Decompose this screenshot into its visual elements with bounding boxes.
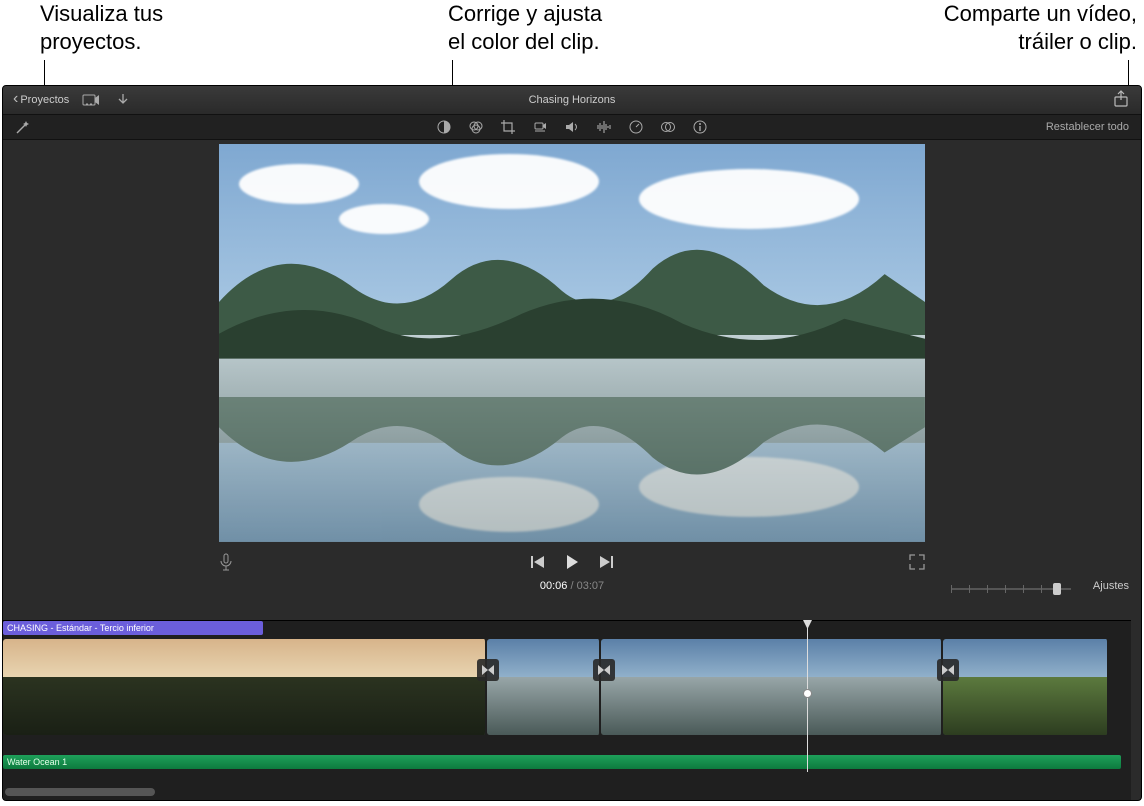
- zoom-track: [951, 588, 1071, 590]
- callout-text: tráiler o clip.: [944, 28, 1137, 56]
- speed-button[interactable]: [627, 118, 645, 136]
- callout-text: Visualiza tus: [40, 0, 163, 28]
- timeline[interactable]: CHASING - Estándar - Tercio inferior Wat…: [3, 620, 1131, 800]
- info-icon: [692, 119, 708, 135]
- share-button[interactable]: [1113, 90, 1129, 108]
- info-button[interactable]: [691, 118, 709, 136]
- fullscreen-icon: [909, 554, 925, 570]
- transition[interactable]: [937, 659, 959, 681]
- imovie-window: Proyectos Chasing Horizons: [2, 85, 1142, 801]
- next-icon: [598, 555, 614, 569]
- title-clip[interactable]: CHASING - Estándar - Tercio inferior: [3, 621, 263, 635]
- transition[interactable]: [477, 659, 499, 681]
- color-correction-icon: [468, 119, 484, 135]
- video-clip[interactable]: [601, 639, 943, 735]
- transition-icon: [597, 663, 611, 677]
- clip-filter-button[interactable]: [659, 118, 677, 136]
- current-time: 00:06: [540, 580, 568, 592]
- time-row: 00:06 / 03:07 Ajustes: [3, 580, 1141, 602]
- playback-controls: [219, 554, 925, 570]
- next-button[interactable]: [598, 555, 614, 569]
- viewer-area: 00:06 / 03:07 Ajustes: [3, 140, 1141, 678]
- video-clip[interactable]: [3, 639, 487, 735]
- zoom-knob[interactable]: [1053, 583, 1061, 595]
- transition-icon: [481, 663, 495, 677]
- timeline-settings-button[interactable]: Ajustes: [1093, 580, 1129, 592]
- crop-icon: [500, 119, 516, 135]
- play-icon: [564, 554, 580, 570]
- volume-icon: [564, 119, 580, 135]
- video-clip[interactable]: [943, 639, 1109, 735]
- callout-text: el color del clip.: [448, 28, 602, 56]
- reset-all-button[interactable]: Restablecer todo: [1046, 121, 1129, 133]
- record-voiceover-button[interactable]: [219, 553, 233, 571]
- timeline-zoom-slider[interactable]: [951, 582, 1071, 596]
- color-balance-button[interactable]: [435, 118, 453, 136]
- noise-reduction-icon: [596, 119, 612, 135]
- duration: 03:07: [577, 580, 605, 592]
- audio-clip[interactable]: Water Ocean 1: [3, 755, 1121, 769]
- inspector-toolbar: Restablecer todo: [3, 114, 1141, 140]
- stabilize-button[interactable]: [531, 118, 549, 136]
- clip-filter-icon: [660, 119, 676, 135]
- project-title: Chasing Horizons: [3, 94, 1141, 106]
- callout-text: proyectos.: [40, 28, 163, 56]
- callout-text: Corrige y ajusta: [448, 0, 602, 28]
- microphone-icon: [219, 553, 233, 571]
- callout-share: Comparte un vídeo, tráiler o clip.: [944, 0, 1137, 56]
- share-icon: [1113, 90, 1129, 108]
- video-clip[interactable]: [487, 639, 601, 735]
- preview-viewer[interactable]: [219, 144, 925, 542]
- noise-reduction-button[interactable]: [595, 118, 613, 136]
- play-button[interactable]: [564, 554, 580, 570]
- volume-button[interactable]: [563, 118, 581, 136]
- timeline-scrollbar[interactable]: [5, 788, 155, 796]
- previous-button[interactable]: [530, 555, 546, 569]
- previous-icon: [530, 555, 546, 569]
- callout-text: Comparte un vídeo,: [944, 0, 1137, 28]
- callout-color: Corrige y ajusta el color del clip.: [448, 0, 602, 56]
- callout-projects: Visualiza tus proyectos.: [40, 0, 163, 56]
- crop-button[interactable]: [499, 118, 517, 136]
- titlebar: Proyectos Chasing Horizons: [3, 86, 1141, 114]
- video-track: [3, 639, 1131, 735]
- time-separator: /: [567, 580, 576, 592]
- color-balance-icon: [436, 119, 452, 135]
- color-correction-button[interactable]: [467, 118, 485, 136]
- transition-icon: [941, 663, 955, 677]
- transition[interactable]: [593, 659, 615, 681]
- speed-icon: [628, 119, 644, 135]
- stabilize-icon: [532, 119, 548, 135]
- playhead[interactable]: [807, 621, 808, 772]
- fullscreen-button[interactable]: [909, 554, 925, 570]
